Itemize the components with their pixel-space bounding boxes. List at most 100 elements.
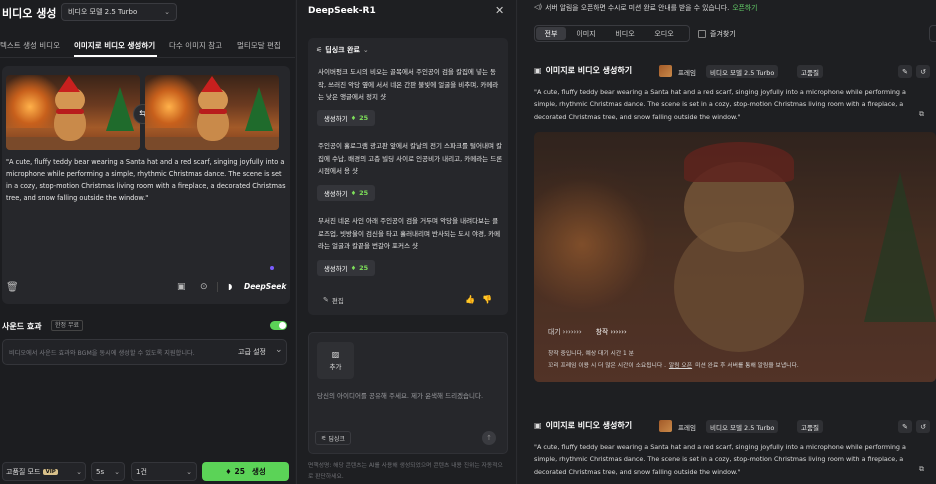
chip-frame: 프레임 bbox=[678, 68, 696, 77]
location-pin-icon[interactable]: ⊙ bbox=[200, 282, 208, 292]
progress-labels: 대기 ››››››› 창작 ›››››› bbox=[548, 326, 627, 336]
tab-multimodal-edit[interactable]: 멀티모달 편집 bbox=[237, 40, 281, 51]
create-label: 창작 ›››››› bbox=[595, 328, 627, 336]
suggestion-text: 주인공이 홀로그램 광고판 앞에서 칼날의 전기 스파크를 털어내며 칼집에 수… bbox=[318, 142, 503, 175]
chevron-down-icon: ⌄ bbox=[164, 8, 170, 16]
magic-wand-icon: ⚟ bbox=[321, 434, 327, 442]
enable-alert-link[interactable]: 알림 오픈 bbox=[669, 360, 692, 369]
model-select-label: 비디오 모델 2.5 Turbo bbox=[68, 8, 138, 16]
suggestion-generate-label: 생성하기 bbox=[323, 265, 348, 273]
edit-card-button[interactable]: ✎ bbox=[898, 65, 912, 78]
suggestion-generate-button[interactable]: 생성하기 ♦ 25 bbox=[317, 110, 375, 126]
quality-mode-select[interactable]: 고품질 모드 VIP ⌄ bbox=[2, 462, 86, 481]
thumbs-up-icon[interactable]: 👍 bbox=[465, 295, 475, 304]
thinking-done-label: 딥싱크 완료 bbox=[325, 46, 360, 54]
generating-preview: 대기 ››››››› 창작 ›››››› 창작 중입니다, 예상 대기 시간 1… bbox=[534, 132, 936, 382]
generate-button[interactable]: ♦ 25 생성 bbox=[202, 462, 289, 481]
suggestion-text: 부서진 네온 사인 아래 주인공이 검을 거두며 악당을 내려다보는 클로즈업,… bbox=[318, 217, 501, 250]
tab-multi-image-reference[interactable]: 다수 이미지 참고 bbox=[169, 40, 222, 51]
prompt-text[interactable]: "A cute, fluffy teddy bear wearing a San… bbox=[6, 156, 286, 204]
suggestion-generate-label: 생성하기 bbox=[323, 190, 348, 198]
card-title: 이미지로 비디오 생성하기 bbox=[545, 66, 633, 75]
edit-button[interactable]: ✎ 편집 bbox=[323, 295, 344, 305]
copy-icon[interactable]: ⧉ bbox=[919, 465, 924, 474]
video-icon: ▣ bbox=[534, 66, 542, 75]
panel-title: 비디오 생성 bbox=[2, 7, 57, 20]
chip-quality: 고품질 bbox=[797, 420, 823, 433]
generate-cost: 25 bbox=[234, 467, 245, 476]
regenerate-button[interactable]: ↺ bbox=[916, 420, 930, 433]
chip-frame: 프레임 bbox=[678, 423, 696, 432]
card-prompt: "A cute, fluffy teddy bear wearing a San… bbox=[534, 443, 906, 476]
flame-icon: ♦ bbox=[350, 189, 357, 197]
tab-image-to-video[interactable]: 이미지로 비디오 생성하기 bbox=[74, 40, 155, 51]
filter-tab-audio[interactable]: 오디오 bbox=[644, 27, 684, 40]
duration-label: 5s bbox=[96, 467, 105, 476]
send-button[interactable]: ↑ bbox=[482, 431, 496, 445]
pencil-icon: ✎ bbox=[323, 296, 329, 304]
regenerate-button[interactable]: ↺ bbox=[916, 65, 930, 78]
flame-icon: ♦ bbox=[225, 467, 232, 476]
filter-tab-all[interactable]: 전부 bbox=[536, 27, 566, 40]
edit-label: 편집 bbox=[331, 297, 344, 305]
prompt-editor-card: ⇆ "A cute, fluffy teddy bear wearing a S… bbox=[2, 66, 290, 304]
idea-input[interactable]: 당신의 아이디어를 공유해 주세요. 제가 윤색해 드리겠습니다. bbox=[317, 391, 503, 402]
card-header: ▣ 이미지로 비디오 생성하기 bbox=[534, 420, 632, 431]
count-select[interactable]: 1건 ⌄ bbox=[131, 462, 197, 481]
add-image-button[interactable]: ▨ 추가 bbox=[317, 342, 354, 379]
search-field[interactable] bbox=[929, 25, 936, 42]
start-frame-image[interactable] bbox=[6, 75, 140, 150]
deepthink-toggle[interactable]: ⚟ 딥싱크 bbox=[315, 431, 351, 445]
edit-card-button[interactable]: ✎ bbox=[898, 420, 912, 433]
status-line-1: 창작 중입니다, 예상 대기 시간 1 분 bbox=[548, 351, 634, 357]
card-prompt: "A cute, fluffy teddy bear wearing a San… bbox=[534, 88, 906, 121]
suggestion-cost: 25 bbox=[359, 189, 369, 197]
advanced-settings-button[interactable]: 고급 설정 bbox=[238, 347, 266, 357]
sound-description-field[interactable]: 비디오에서 사운드 효과와 BGM을 동시에 생성할 수 있도록 지원합니다. … bbox=[2, 339, 287, 365]
assistant-input-box: ▨ 추가 당신의 아이디어를 공유해 주세요. 제가 윤색해 드리겠습니다. ⚟… bbox=[308, 332, 508, 454]
status-dot bbox=[270, 266, 274, 270]
speaker-icon: ◁) bbox=[534, 2, 543, 11]
divider bbox=[217, 282, 218, 292]
image-icon: ▨ bbox=[331, 350, 340, 359]
chevron-down-icon: ⌄ bbox=[76, 467, 82, 476]
favorites-checkbox[interactable]: 즐겨찾기 bbox=[698, 29, 736, 39]
trash-icon[interactable]: 🗑 bbox=[6, 282, 19, 293]
add-label: 추가 bbox=[329, 363, 342, 371]
video-icon: ▣ bbox=[534, 421, 542, 430]
assistant-title: DeepSeek-R1 bbox=[308, 6, 376, 16]
dim-overlay bbox=[534, 132, 936, 382]
suggestion-generate-button[interactable]: 생성하기 ♦ 25 bbox=[317, 185, 375, 201]
toggle-knob bbox=[279, 322, 286, 329]
close-icon[interactable]: ✕ bbox=[495, 4, 504, 17]
filter-tab-video[interactable]: 비디오 bbox=[606, 27, 644, 40]
copy-icon[interactable]: ⧉ bbox=[919, 110, 924, 119]
mode-tabs: 텍스트 생성 비디오 이미지로 비디오 생성하기 다수 이미지 참고 멀티모달 … bbox=[0, 36, 295, 58]
duration-select[interactable]: 5s ⌄ bbox=[91, 462, 125, 481]
filter-tab-image[interactable]: 이미지 bbox=[566, 27, 606, 40]
tab-text-to-video[interactable]: 텍스트 생성 비디오 bbox=[0, 40, 60, 51]
sound-effect-toggle[interactable] bbox=[270, 321, 287, 330]
model-select[interactable]: 비디오 모델 2.5 Turbo ⌄ bbox=[61, 3, 177, 21]
deepseek-badge[interactable]: DeepSeek bbox=[244, 282, 286, 291]
active-tab-underline bbox=[74, 55, 157, 57]
thinking-done-toggle[interactable]: ⚟ 딥싱크 완료 ⌄ bbox=[316, 45, 369, 55]
save-icon[interactable]: ▣ bbox=[177, 282, 186, 292]
sound-effect-label: 사운드 효과 bbox=[2, 322, 42, 331]
result-card: ▣ 이미지로 비디오 생성하기 프레임 비디오 모델 2.5 Turbo 고품질… bbox=[534, 417, 936, 484]
count-label: 1건 bbox=[136, 467, 147, 476]
frame-thumbnail[interactable] bbox=[659, 65, 672, 77]
result-card: ▣ 이미지로 비디오 생성하기 프레임 비디오 모델 2.5 Turbo 고품질… bbox=[534, 62, 936, 392]
suggestion-generate-button[interactable]: 생성하기 ♦ 25 bbox=[317, 260, 375, 276]
thumbs-down-icon[interactable]: 👎 bbox=[482, 295, 492, 304]
checkbox-box bbox=[698, 30, 706, 38]
suggestion-item: 부서진 네온 사인 아래 주인공이 검을 거두며 악당을 내려다보는 클로즈업,… bbox=[318, 215, 504, 252]
end-frame-image[interactable] bbox=[145, 75, 279, 150]
generate-label: 생성 bbox=[251, 467, 266, 476]
sound-placeholder: 비디오에서 사운드 효과와 BGM을 동시에 생성할 수 있도록 지원합니다. bbox=[9, 350, 195, 357]
frame-thumbnail[interactable] bbox=[659, 420, 672, 432]
enable-notification-link[interactable]: 오픈하기 bbox=[732, 2, 757, 12]
chevron-down-icon: ⌄ bbox=[186, 467, 192, 476]
chip-model: 비디오 모델 2.5 Turbo bbox=[706, 420, 779, 433]
chevron-down-icon: ⌄ bbox=[114, 467, 120, 476]
